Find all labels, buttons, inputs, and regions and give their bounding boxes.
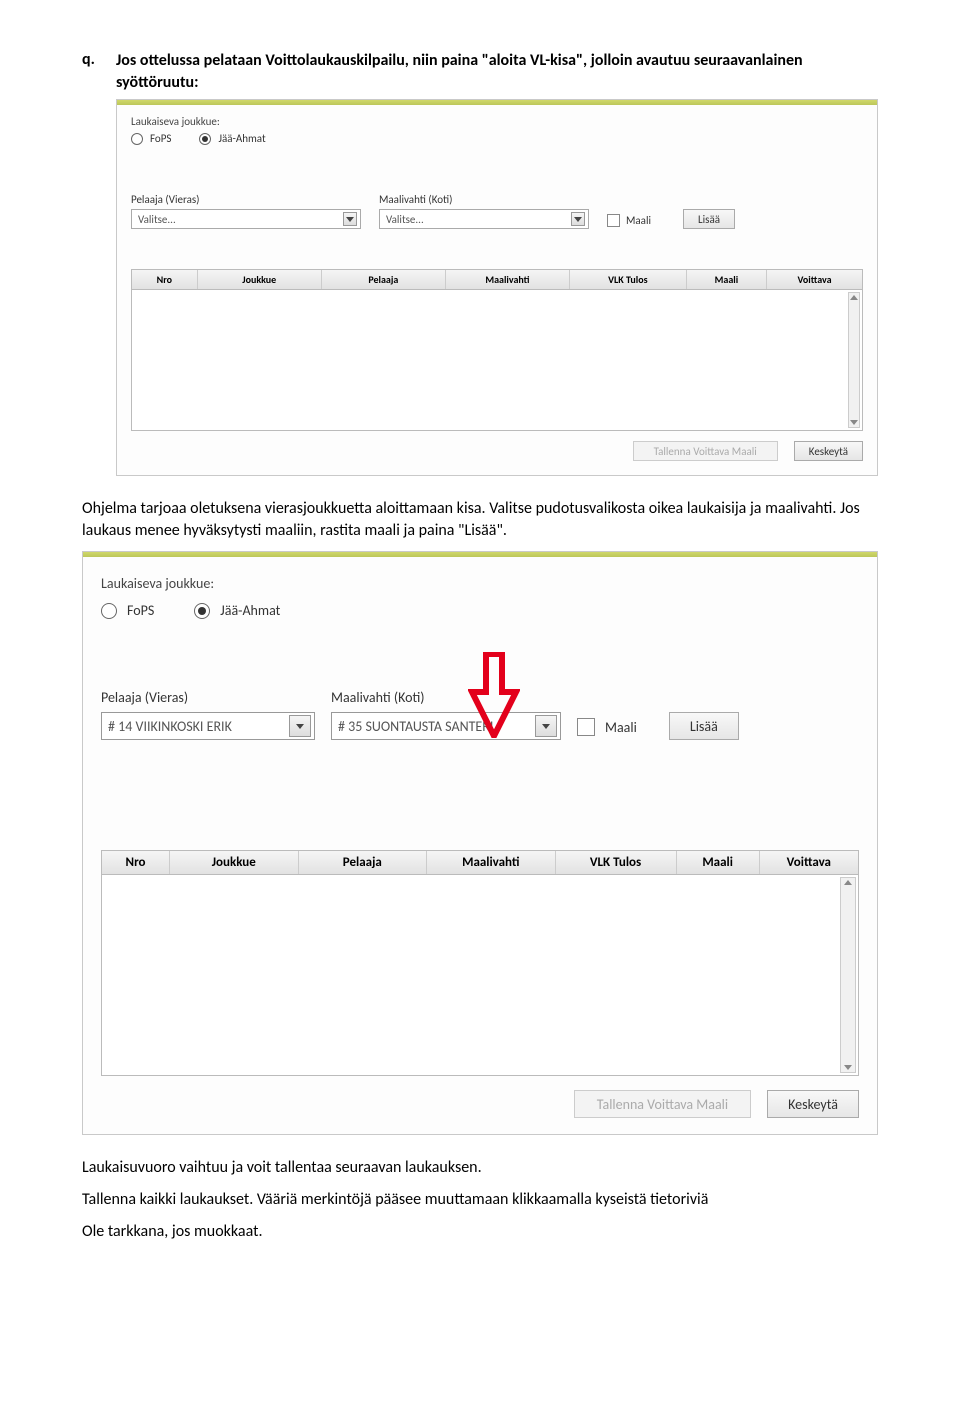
scroll-up-icon[interactable]: [850, 295, 858, 300]
chevron-down-icon[interactable]: [289, 715, 311, 737]
shots-table: Nro Joukkue Pelaaja Maalivahti VLK Tulos…: [131, 269, 863, 431]
col-maali: Maali: [687, 270, 767, 289]
col-pelaaja: Pelaaja: [299, 851, 428, 874]
goalie-label: Maalivahti (Koti): [379, 193, 589, 206]
list-item-q: q. Jos ottelussa pelataan Voittolaukausk…: [82, 50, 878, 93]
team1-label: FoPS: [127, 602, 154, 619]
team-radio-fops[interactable]: FoPS: [101, 602, 154, 619]
list-marker: q.: [82, 50, 116, 93]
table-scrollbar[interactable]: [840, 877, 856, 1073]
col-vlk-tulos: VLK Tulos: [556, 851, 677, 874]
goalie-label: Maalivahti (Koti): [331, 689, 561, 706]
cancel-button[interactable]: Keskeytä: [767, 1090, 859, 1118]
col-maali: Maali: [677, 851, 760, 874]
col-nro: Nro: [102, 851, 170, 874]
goal-checkbox-label: Maali: [605, 719, 637, 736]
goalie-select[interactable]: # 35 SUONTAUSTA SANTERI: [331, 712, 561, 740]
team-radio-group: FoPS Jää-Ahmat: [131, 132, 863, 145]
paragraph-after-2: Tallenna kaikki laukaukset. Vääriä merki…: [82, 1189, 878, 1211]
col-vlk-tulos: VLK Tulos: [570, 270, 687, 289]
goalie-select[interactable]: Valitse...: [379, 209, 589, 229]
team-radio-fops[interactable]: FoPS: [131, 132, 171, 145]
chevron-down-icon[interactable]: [343, 212, 357, 226]
shots-table: Nro Joukkue Pelaaja Maalivahti VLK Tulos…: [101, 850, 859, 1076]
goalie-value: Valitse...: [386, 213, 567, 226]
paragraph-mid: Ohjelma tarjoaa oletuksena vierasjoukkue…: [82, 498, 878, 541]
col-nro: Nro: [132, 270, 198, 289]
team2-label: Jää-Ahmat: [218, 132, 265, 145]
add-button[interactable]: Lisää: [669, 712, 739, 740]
col-maalivahti: Maalivahti: [427, 851, 556, 874]
player-label: Pelaaja (Vieras): [131, 193, 361, 206]
scroll-up-icon[interactable]: [844, 880, 852, 885]
shooting-team-label: Laukaiseva joukkue:: [131, 115, 863, 128]
player-select[interactable]: Valitse...: [131, 209, 361, 229]
goalie-value: # 35 SUONTAUSTA SANTERI: [338, 718, 531, 735]
save-winning-goal-button[interactable]: Tallenna Voittava Maali: [633, 441, 778, 461]
team1-label: FoPS: [150, 132, 171, 145]
team-radio-group: FoPS Jää-Ahmat: [101, 602, 859, 619]
col-voittava: Voittava: [760, 851, 858, 874]
player-value: Valitse...: [138, 213, 339, 226]
panel-vl-filled: Laukaiseva joukkue: FoPS Jää-Ahmat Pelaa…: [82, 551, 878, 1135]
goal-checkbox[interactable]: [577, 718, 595, 736]
paragraph-after-1: Laukaisuvuoro vaihtuu ja voit tallentaa …: [82, 1157, 878, 1179]
table-scrollbar[interactable]: [848, 292, 860, 428]
col-voittava: Voittava: [767, 270, 862, 289]
goal-checkbox[interactable]: [607, 214, 620, 227]
goal-checkbox-label: Maali: [626, 214, 651, 227]
shooting-team-label: Laukaiseva joukkue:: [101, 575, 859, 592]
col-joukkue: Joukkue: [198, 270, 322, 289]
col-pelaaja: Pelaaja: [322, 270, 446, 289]
team-radio-jaaahmat[interactable]: Jää-Ahmat: [199, 132, 265, 145]
col-joukkue: Joukkue: [170, 851, 299, 874]
list-text: Jos ottelussa pelataan Voittolaukauskilp…: [116, 50, 878, 93]
save-winning-goal-button[interactable]: Tallenna Voittava Maali: [574, 1090, 751, 1118]
player-label: Pelaaja (Vieras): [101, 689, 315, 706]
chevron-down-icon[interactable]: [571, 212, 585, 226]
col-maalivahti: Maalivahti: [446, 270, 570, 289]
add-button[interactable]: Lisää: [683, 209, 735, 229]
radio-icon: [101, 603, 117, 619]
radio-icon: [131, 133, 143, 145]
player-select[interactable]: # 14 VIIKINKOSKI ERIK: [101, 712, 315, 740]
radio-checked-icon: [194, 603, 210, 619]
team-radio-jaaahmat[interactable]: Jää-Ahmat: [194, 602, 280, 619]
radio-checked-icon: [199, 133, 211, 145]
chevron-down-icon[interactable]: [535, 715, 557, 737]
panel-vl-initial: Laukaiseva joukkue: FoPS Jää-Ahmat Pelaa…: [116, 99, 878, 476]
paragraph-after-3: Ole tarkkana, jos muokkaat.: [82, 1221, 878, 1243]
cancel-button[interactable]: Keskeytä: [794, 441, 863, 461]
scroll-down-icon[interactable]: [844, 1065, 852, 1070]
team2-label: Jää-Ahmat: [220, 602, 280, 619]
scroll-down-icon[interactable]: [850, 420, 858, 425]
player-value: # 14 VIIKINKOSKI ERIK: [108, 718, 285, 735]
